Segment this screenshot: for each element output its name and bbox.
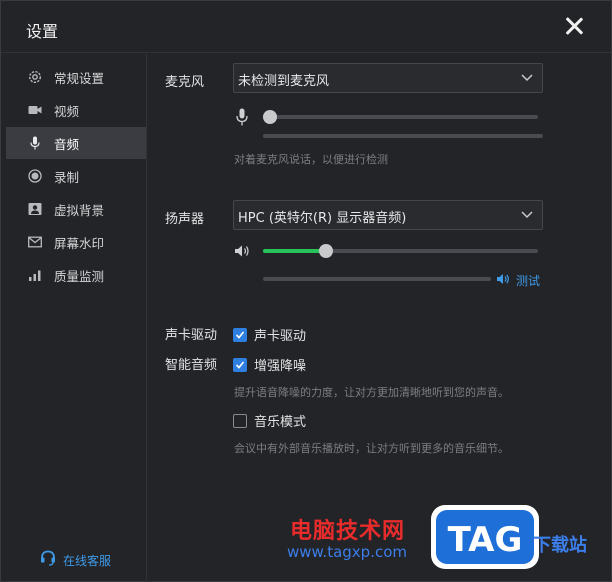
checkbox-unchecked-icon [233,413,247,428]
sound-driver-checkbox[interactable]: 声卡驱动 [233,325,306,344]
microphone-icon [28,136,42,150]
sidebar-item-label: 屏幕水印 [54,235,105,251]
sidebar-item-label: 视频 [54,103,80,119]
watermark-tag-badge: TAG [431,505,539,569]
watermark-url-text: www.tagxp.com [287,543,407,561]
window-title: 设置 [26,22,59,41]
record-icon [28,169,42,183]
sidebar-item-label: 虚拟背景 [54,202,105,218]
microphone-volume-slider[interactable] [263,110,538,124]
speaker-volume-fill [263,249,326,253]
noise-reduction-hint: 提升语音降噪的力度，让对方更加清晰地听到您的声音。 [234,386,509,399]
music-mode-label: 音乐模式 [254,415,307,430]
online-support-link[interactable]: 在线客服 [39,549,111,571]
noise-reduction-checkbox[interactable]: 增强降噪 [233,355,306,374]
speaker-volume-slider[interactable] [263,244,538,258]
watermark-badge-text: TAG [448,520,523,560]
speaker-select-value: HPC (英特尔(R) 显示器音频) [238,211,407,226]
speaker-test-button[interactable]: 测试 [496,272,540,289]
speaker-volume-knob[interactable] [319,244,333,258]
envelope-icon [28,235,42,249]
sidebar-item-general[interactable]: 常规设置 [6,61,146,93]
checkbox-checked-icon [233,327,247,342]
microphone-icon [236,108,248,130]
sidebar-item-label: 常规设置 [54,70,105,86]
close-icon[interactable] [563,15,585,37]
smart-audio-label: 智能音频 [165,358,218,373]
chevron-down-icon [521,71,533,83]
sidebar-item-quality-monitor[interactable]: 质量监测 [6,259,146,291]
chevron-down-icon [521,208,533,220]
sidebar-item-record[interactable]: 录制 [6,160,146,192]
music-mode-hint: 会议中有外部音乐播放时，让对方听到更多的音乐细节。 [234,442,509,455]
signal-bars-icon [28,268,42,282]
settings-sidebar: 常规设置 视频 音频 录制 虚拟背景 屏幕水印 质量监测 在线客服 [1,54,147,582]
video-camera-icon [28,103,42,117]
sound-driver-checkbox-label: 声卡驱动 [254,329,307,344]
microphone-select-value: 未检测到麦克风 [238,74,330,89]
speaker-test-label: 测试 [516,274,541,288]
portrait-icon [28,202,42,216]
online-support-label: 在线客服 [63,553,112,568]
headset-icon [39,549,57,571]
speaker-level-meter [263,277,491,281]
microphone-level-meter [263,134,543,138]
sidebar-item-screen-watermark[interactable]: 屏幕水印 [6,226,146,258]
microphone-label: 麦克风 [165,75,205,90]
watermark-xz-text: 下载站 [533,535,587,556]
noise-reduction-label: 增强降噪 [254,359,307,374]
sidebar-item-label: 质量监测 [54,268,105,284]
sidebar-item-label: 音频 [54,136,80,152]
speaker-label: 扬声器 [165,212,205,227]
checkbox-checked-icon [233,357,247,372]
speaker-select[interactable]: HPC (英特尔(R) 显示器音频) [233,200,543,230]
music-mode-checkbox[interactable]: 音乐模式 [233,411,306,430]
settings-window: 设置 常规设置 视频 音频 录制 虚拟背景 屏幕水印 质量监测 在线客服 麦克风… [0,0,612,582]
speaker-test-icon [496,273,510,289]
sidebar-item-virtual-background[interactable]: 虚拟背景 [6,193,146,225]
sidebar-item-audio[interactable]: 音频 [6,127,146,159]
microphone-hint: 对着麦克风说话，以便进行检测 [234,153,388,166]
speaker-icon [234,244,250,262]
site-watermark: 电脑技术网 www.tagxp.com TAG 下载站 [281,501,611,581]
title-bar: 设置 [1,1,611,53]
gear-icon [28,70,42,84]
watermark-cn-text: 电脑技术网 [290,519,406,544]
microphone-volume-knob[interactable] [263,110,277,124]
sound-driver-label: 声卡驱动 [165,328,218,343]
sidebar-item-video[interactable]: 视频 [6,94,146,126]
sidebar-item-label: 录制 [54,169,80,185]
microphone-select[interactable]: 未检测到麦克风 [233,63,543,93]
